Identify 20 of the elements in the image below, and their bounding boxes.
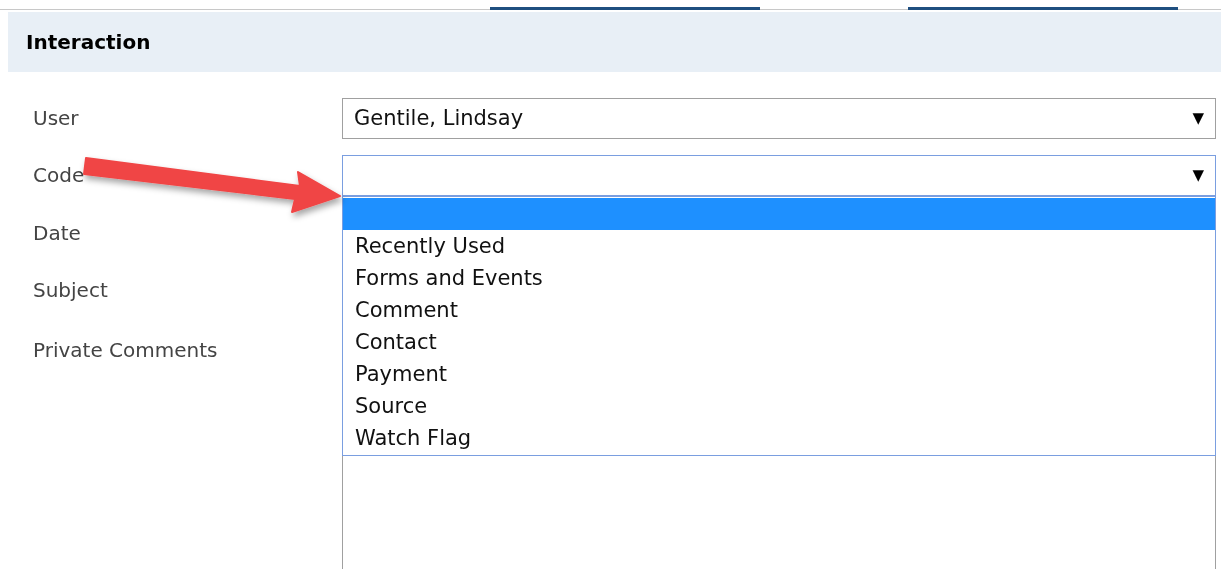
tab-indicator[interactable] bbox=[908, 7, 1178, 10]
dropdown-option[interactable] bbox=[343, 198, 1215, 230]
section-title: Interaction bbox=[26, 29, 151, 56]
dropdown-option[interactable]: Watch Flag bbox=[343, 422, 1215, 454]
field-label: Date bbox=[33, 220, 81, 247]
dropdown-option[interactable]: Source bbox=[343, 390, 1215, 422]
dropdown-option[interactable]: Recently Used bbox=[343, 230, 1215, 262]
tab-indicator[interactable] bbox=[490, 7, 760, 10]
caret-icon: ▼ bbox=[1192, 107, 1204, 130]
dropdown-option[interactable]: Forms and Events bbox=[343, 262, 1215, 294]
field-label: User bbox=[33, 105, 79, 132]
field-label: Code bbox=[33, 162, 85, 189]
field-label: Subject bbox=[33, 277, 108, 304]
select-field[interactable]: ▼ bbox=[342, 155, 1216, 196]
field-label: Private Comments bbox=[33, 337, 218, 364]
dropdown-option[interactable]: Payment bbox=[343, 358, 1215, 390]
caret-icon: ▼ bbox=[1192, 164, 1204, 187]
dropdown-option[interactable]: Contact bbox=[343, 326, 1215, 358]
select-field[interactable]: Gentile, Lindsay ▼ bbox=[342, 98, 1216, 139]
dropdown-option[interactable]: Comment bbox=[343, 294, 1215, 326]
